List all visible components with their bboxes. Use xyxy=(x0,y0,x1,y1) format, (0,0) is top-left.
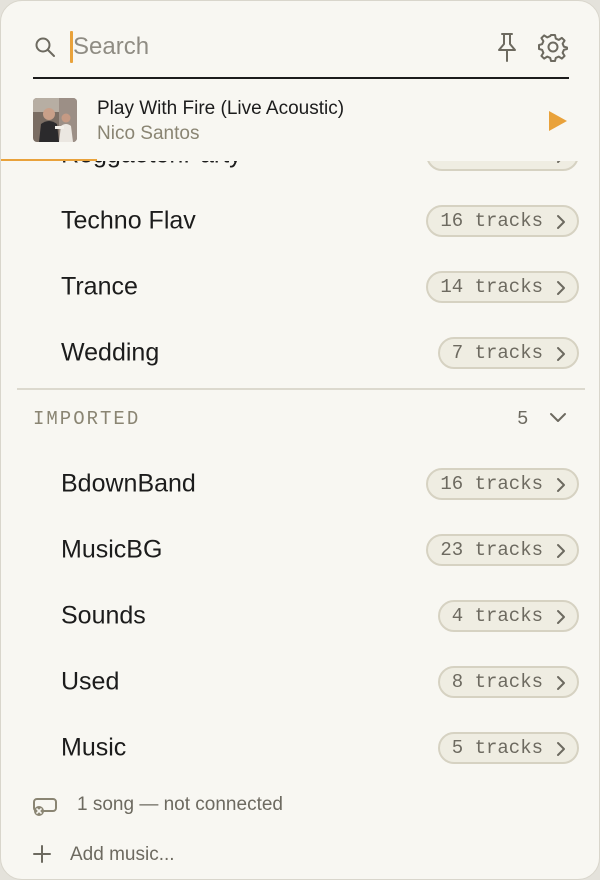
playlist-name: Music xyxy=(61,733,127,762)
track-count-button[interactable]: 4 tracks xyxy=(437,600,579,632)
playlist-name: Sounds xyxy=(61,601,146,630)
disconnected-device-icon xyxy=(33,798,57,816)
chevron-right-icon xyxy=(557,676,565,690)
playlist-row[interactable]: Wedding 7 tracks xyxy=(1,320,599,386)
chevron-right-icon xyxy=(557,610,565,624)
search-input[interactable] xyxy=(73,27,433,67)
track-count-label: 14 tracks xyxy=(440,276,543,298)
track-count-label: 16 tracks xyxy=(440,210,543,232)
track-count-label: 5 tracks xyxy=(451,737,543,759)
playlist-row[interactable]: Sounds 4 tracks xyxy=(1,583,599,649)
now-playing-bar[interactable]: Play With Fire (Live Acoustic) Nico Sant… xyxy=(1,79,599,161)
section-count: 5 xyxy=(517,408,529,430)
playlist-name: Techno Flav xyxy=(61,206,196,235)
track-title: Play With Fire (Live Acoustic) xyxy=(97,98,345,119)
playlist-row[interactable]: Music 5 tracks xyxy=(1,715,599,781)
chevron-right-icon xyxy=(557,742,565,756)
playlist-name: BdownBand xyxy=(61,469,196,498)
pin-icon[interactable] xyxy=(493,31,521,63)
playlist-row[interactable]: BdownBand 16 tracks xyxy=(1,451,599,517)
chevron-down-icon[interactable] xyxy=(549,411,567,425)
chevron-right-icon xyxy=(557,281,565,295)
status-text: 1 song — not connected xyxy=(77,794,283,815)
chevron-right-icon xyxy=(557,215,565,229)
track-count-button[interactable]: 16 tracks xyxy=(426,205,579,237)
imported-section-header[interactable]: IMPORTED 5 xyxy=(1,399,599,439)
track-count-button[interactable]: 23 tracks xyxy=(426,534,579,566)
track-count-button[interactable]: 7 tracks xyxy=(437,337,579,369)
track-count-label: 16 tracks xyxy=(440,473,543,495)
chevron-right-icon xyxy=(557,347,565,361)
playback-progress-bar[interactable] xyxy=(1,159,97,161)
connection-status[interactable]: 1 song — not connected xyxy=(31,793,571,817)
music-panel: Play With Fire (Live Acoustic) Nico Sant… xyxy=(0,0,600,880)
plus-icon xyxy=(33,845,51,863)
track-count-label: 8 tracks xyxy=(451,671,543,693)
track-count-label: 23 tracks xyxy=(440,539,543,561)
chevron-right-icon xyxy=(557,544,565,558)
playlist-row[interactable]: Used 8 tracks xyxy=(1,649,599,715)
track-artist[interactable]: Nico Santos xyxy=(97,123,199,145)
track-count-button[interactable]: 14 tracks xyxy=(426,271,579,303)
track-count-label: 4 tracks xyxy=(451,605,543,627)
playlist-row[interactable]: Techno Flav 16 tracks xyxy=(1,188,599,254)
track-count-button[interactable]: 5 tracks xyxy=(437,732,579,764)
play-icon[interactable] xyxy=(547,109,569,133)
gear-icon[interactable] xyxy=(538,32,568,62)
search-bar xyxy=(33,21,569,79)
playlist-name: Trance xyxy=(61,272,138,301)
playlist-row[interactable]: MusicBG 23 tracks xyxy=(1,517,599,583)
chevron-right-icon xyxy=(557,478,565,492)
playlist-row[interactable]: Trance 14 tracks xyxy=(1,254,599,320)
track-count-button[interactable]: 16 tracks xyxy=(426,468,579,500)
track-count-label: 7 tracks xyxy=(451,342,543,364)
add-music-button[interactable]: Add music... xyxy=(31,843,291,869)
section-title: IMPORTED xyxy=(33,408,141,430)
section-divider xyxy=(17,388,585,390)
track-count-button[interactable]: 8 tracks xyxy=(437,666,579,698)
playlist-name: MusicBG xyxy=(61,535,163,564)
playlist-name: Used xyxy=(61,667,120,696)
add-music-label: Add music... xyxy=(70,844,175,865)
playlist-name: Wedding xyxy=(61,338,160,367)
search-icon xyxy=(35,37,55,57)
album-art xyxy=(33,98,77,142)
